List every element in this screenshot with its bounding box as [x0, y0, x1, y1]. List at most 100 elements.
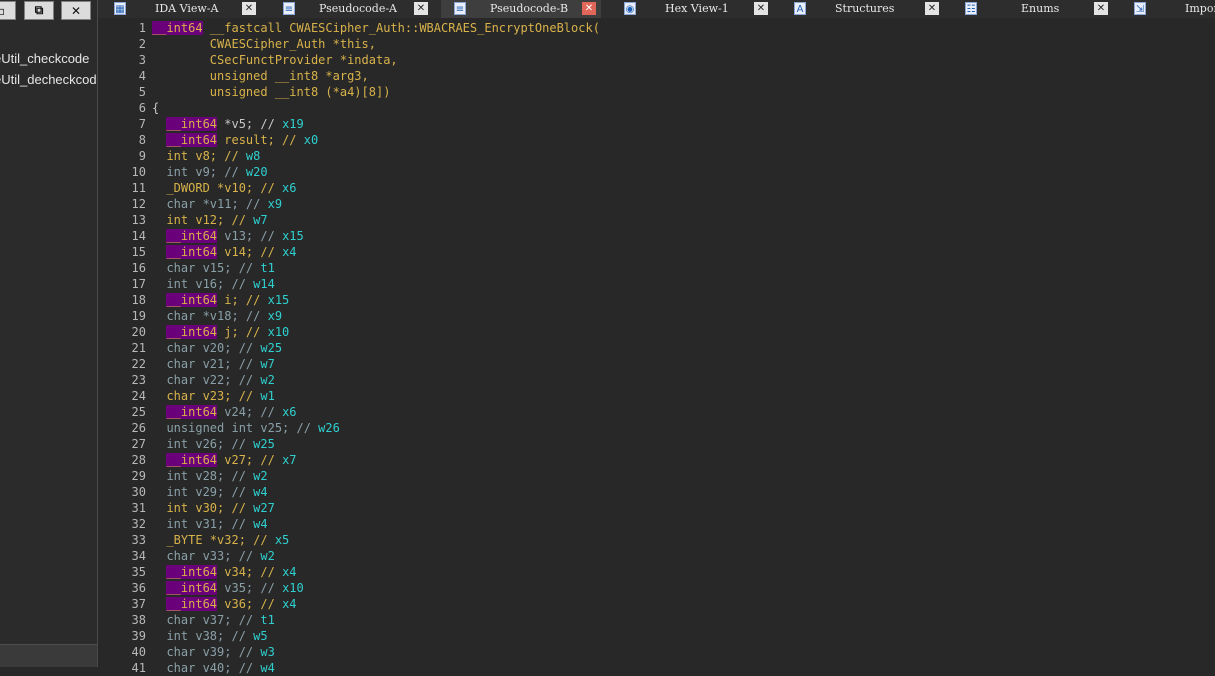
close-icon[interactable]: ✕	[925, 2, 939, 15]
code-token: x6	[282, 405, 297, 419]
line-number: 5	[138, 85, 146, 99]
tab-structures[interactable]: A Structures ✕	[783, 0, 943, 18]
pseudocode-view[interactable]: 1 __int64 __fastcall CWAESCipher_Auth::WB…	[98, 18, 1215, 675]
restore-icon[interactable]: ⧉	[24, 1, 54, 20]
code-token: int v28; //	[152, 469, 254, 483]
code-text[interactable]: int v9; // w20	[152, 164, 267, 180]
code-text[interactable]: __int64 result; // x0	[152, 132, 318, 148]
code-token: __int64	[166, 453, 218, 467]
close-icon[interactable]: ✕	[61, 1, 91, 20]
line-number: 32	[131, 517, 146, 531]
code-text[interactable]: int v16; // w14	[152, 276, 274, 292]
code-text[interactable]: char v40; // w4	[152, 660, 274, 676]
tab-pseudocode-a[interactable]: ≡ Pseudocode-A ✕	[269, 0, 429, 18]
code-text[interactable]: {	[152, 100, 159, 116]
code-text[interactable]: __int64 v27; // x7	[152, 452, 297, 468]
line-number: 33	[131, 533, 146, 547]
code-token: w27	[253, 501, 275, 515]
code-text[interactable]: int v8; // w8	[152, 148, 260, 164]
code-token: w1	[260, 389, 275, 403]
code-token: i; //	[217, 293, 268, 307]
code-text[interactable]: CWAESCipher_Auth *this,	[152, 36, 376, 52]
code-text[interactable]: __int64 v13; // x15	[152, 228, 304, 244]
code-text[interactable]: __int64 v14; // x4	[152, 244, 297, 260]
code-text[interactable]: int v26; // w25	[152, 436, 274, 452]
line-number: 35	[131, 565, 146, 579]
code-text[interactable]: char v23; // w1	[152, 388, 275, 404]
tab-label: Structures	[835, 2, 895, 15]
code-token: v36; //	[217, 597, 283, 611]
code-token: v24; //	[217, 405, 283, 419]
tab-ida-view-a[interactable]: ▦ IDA View-A ✕	[98, 0, 258, 18]
code-token: w2	[260, 549, 275, 563]
tab-enums[interactable]: ☷ Enums ✕	[954, 0, 1114, 18]
code-token: __int64	[166, 229, 218, 243]
code-text[interactable]: __int64 v34; // x4	[152, 564, 297, 580]
code-token: __int64	[166, 117, 218, 131]
code-text[interactable]: char v22; // w2	[152, 372, 274, 388]
code-text[interactable]: __int64 i; // x15	[152, 292, 289, 308]
code-text[interactable]: __int64 v24; // x6	[152, 404, 297, 420]
code-text[interactable]: int v12; // w7	[152, 212, 267, 228]
code-token: char v22; //	[152, 373, 261, 387]
line-number: 31	[131, 501, 146, 515]
code-text[interactable]: unsigned __int8 *arg3,	[152, 68, 369, 84]
code-text[interactable]: __int64 v36; // x4	[152, 596, 297, 612]
tab-imports[interactable]: ⇲ Impor	[1125, 0, 1215, 18]
code-text[interactable]: char v20; // w25	[152, 340, 282, 356]
code-token: v34; //	[217, 565, 283, 579]
line-number: 38	[131, 613, 146, 627]
close-icon[interactable]: ✕	[414, 2, 428, 15]
code-token: x7	[282, 453, 297, 467]
structures-icon: A	[794, 2, 806, 15]
close-icon[interactable]: ✕	[754, 2, 768, 15]
tab-hex-view-1[interactable]: ◉ Hex View-1 ✕	[612, 0, 772, 18]
function-list-item[interactable]: eUtil_decheckcode	[0, 72, 97, 87]
line-number: 34	[131, 549, 146, 563]
code-token: char v39; //	[152, 645, 261, 659]
code-text[interactable]: char *v11; // x9	[152, 196, 282, 212]
code-text[interactable]: int v29; // w4	[152, 484, 267, 500]
code-token: char v23; //	[152, 389, 261, 403]
code-text[interactable]: char v33; // w2	[152, 548, 275, 564]
line-number: 19	[131, 309, 146, 323]
code-text[interactable]: unsigned int v25; // w26	[152, 420, 339, 436]
tab-pseudocode-b[interactable]: ≡ Pseudocode-B ✕	[441, 0, 601, 18]
code-text[interactable]: char v15; // t1	[152, 260, 274, 276]
code-text[interactable]: unsigned __int8 (*a4)[8])	[152, 84, 391, 100]
code-text[interactable]: __int64 j; // x10	[152, 324, 289, 340]
code-text[interactable]: char v37; // t1	[152, 612, 274, 628]
horizontal-scrollbar[interactable]	[0, 644, 97, 667]
line-number: 26	[131, 421, 146, 435]
code-text[interactable]: __int64 v35; // x10	[152, 580, 304, 596]
line-number: 18	[131, 293, 146, 307]
code-text[interactable]: int v38; // w5	[152, 628, 267, 644]
code-text[interactable]: int v30; // w27	[152, 500, 275, 516]
function-list-item[interactable]: eUtil_checkcode	[0, 51, 89, 66]
close-icon[interactable]: ✕	[242, 2, 256, 15]
code-token: char v20; //	[152, 341, 261, 355]
code-text[interactable]: _BYTE *v32; // x5	[152, 532, 289, 548]
line-number: 9	[138, 149, 146, 163]
tab-label: IDA View-A	[155, 2, 219, 15]
code-token: __int64	[166, 325, 218, 339]
line-number: 20	[131, 325, 146, 339]
close-icon[interactable]: ✕	[582, 2, 596, 15]
code-text[interactable]: char v39; // w3	[152, 644, 274, 660]
code-token: int v26; //	[152, 437, 254, 451]
minimize-icon[interactable]: ▫	[0, 1, 16, 20]
code-text[interactable]: __int64 __fastcall CWAESCipher_Auth::WBA…	[152, 20, 600, 36]
code-text[interactable]: CSecFunctProvider *indata,	[152, 52, 398, 68]
code-text[interactable]: int v28; // w2	[152, 468, 267, 484]
code-text[interactable]: char v21; // w7	[152, 356, 274, 372]
code-text[interactable]: int v31; // w4	[152, 516, 267, 532]
code-text[interactable]: __int64 *v5; // x19	[152, 116, 304, 132]
code-text[interactable]: _DWORD *v10; // x6	[152, 180, 296, 196]
code-token: x9	[267, 309, 283, 323]
code-token: __int64	[166, 245, 218, 259]
close-icon[interactable]: ✕	[1094, 2, 1108, 15]
code-text[interactable]: char *v18; // x9	[152, 308, 282, 324]
